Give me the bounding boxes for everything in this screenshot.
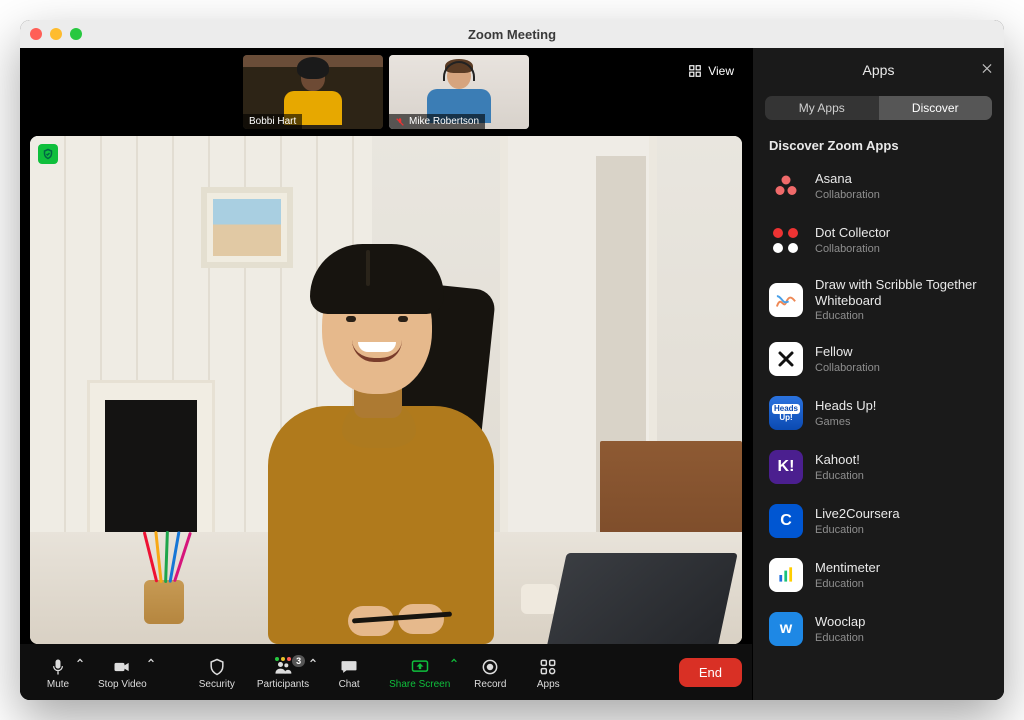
app-category: Education [815,524,900,536]
app-category: Education [815,632,865,644]
participant-name-tag: Mike Robertson [389,114,485,129]
app-list-item[interactable]: Mentimeter Education [753,548,1004,602]
microphone-icon [48,657,68,677]
app-list-item[interactable]: Asana Collaboration [753,159,1004,213]
apps-panel-subtitle: Discover Zoom Apps [753,130,1004,159]
app-icon-asana [769,169,803,203]
app-icon-dot-collector [769,223,803,257]
muted-mic-icon [395,117,405,127]
apps-button[interactable]: Apps [520,653,576,692]
close-window-button[interactable] [30,28,42,40]
fullscreen-window-button[interactable] [70,28,82,40]
app-icon-scribble [769,283,803,317]
participant-thumbnail[interactable]: Bobbi Hart [243,55,383,129]
app-category: Collaboration [815,243,890,255]
participant-name: Mike Robertson [409,116,479,127]
end-meeting-button[interactable]: End [679,658,742,687]
record-icon [480,657,500,677]
shield-icon [207,657,227,677]
app-icon-heads-up: Heads Up! [769,396,803,430]
mute-options-caret[interactable] [76,657,84,668]
apps-list[interactable]: Asana Collaboration Dot Collector Collab… [753,159,1004,700]
app-category: Collaboration [815,362,880,374]
app-category: Education [815,578,880,590]
share-screen-button[interactable]: Share Screen [379,653,460,692]
record-label: Record [474,679,506,690]
app-icon-fellow [769,342,803,376]
video-icon [112,657,132,677]
app-category: Education [815,470,864,482]
app-list-item[interactable]: C Live2Coursera Education [753,494,1004,548]
share-screen-icon [410,657,430,677]
mute-button[interactable]: Mute [30,653,86,692]
app-name: Draw with Scribble Together Whiteboard [815,277,988,308]
close-panel-button[interactable] [980,62,994,79]
security-button[interactable]: Security [189,653,245,692]
app-list-item[interactable]: Heads Up! Heads Up! Games [753,386,1004,440]
security-label: Security [199,679,235,690]
gallery-thumbnails: Bobbi Hart Mike Robertson View [20,48,752,130]
app-list-item[interactable]: Dot Collector Collaboration [753,213,1004,267]
apps-panel-title: Apps [863,62,895,78]
apps-label: Apps [537,679,560,690]
meeting-area: Bobbi Hart Mike Robertson View [20,48,752,700]
mute-label: Mute [47,679,69,690]
app-name: Asana [815,171,880,187]
record-button[interactable]: Record [462,653,518,692]
encryption-badge[interactable] [38,144,58,164]
participant-name-tag: Bobbi Hart [243,114,302,129]
app-name: Kahoot! [815,452,864,468]
app-category: Collaboration [815,189,880,201]
app-name: Mentimeter [815,560,880,576]
app-name: Live2Coursera [815,506,900,522]
window-title: Zoom Meeting [20,27,1004,42]
participants-count: 3 [292,655,305,667]
app-list-item[interactable]: K! Kahoot! Education [753,440,1004,494]
participants-options-caret[interactable] [309,657,317,668]
participants-dots-icon [275,657,291,661]
grid-icon [688,64,702,78]
app-name: Heads Up! [815,398,876,414]
app-icon-coursera: C [769,504,803,538]
chat-button[interactable]: Chat [321,653,377,692]
apps-icon [538,657,558,677]
zoom-window: Zoom Meeting Bobbi Hart [20,20,1004,700]
close-icon [980,62,994,76]
app-list-item[interactable]: Draw with Scribble Together Whiteboard E… [753,267,1004,332]
app-category: Games [815,416,876,428]
app-icon-mentimeter [769,558,803,592]
app-icon-wooclap: w [769,612,803,646]
apps-tabs: My Apps Discover [765,96,992,120]
stop-video-button[interactable]: Stop Video [88,653,157,692]
active-speaker-video[interactable] [30,136,742,644]
participants-button[interactable]: 3 Participants [247,653,319,692]
apps-panel-header: Apps [753,48,1004,92]
stop-video-label: Stop Video [98,679,147,690]
share-options-caret[interactable] [450,657,458,668]
tab-my-apps[interactable]: My Apps [765,96,879,120]
app-name: Fellow [815,344,880,360]
view-layout-button[interactable]: View [680,60,742,82]
participants-label: Participants [257,679,309,690]
video-content [30,136,742,644]
tab-discover[interactable]: Discover [879,96,993,120]
video-options-caret[interactable] [147,657,155,668]
app-list-item[interactable]: w Wooclap Education [753,602,1004,656]
share-screen-label: Share Screen [389,679,450,690]
participant-name: Bobbi Hart [249,116,296,127]
apps-panel: Apps My Apps Discover Discover Zoom Apps… [752,48,1004,700]
app-name: Wooclap [815,614,865,630]
participant-thumbnail[interactable]: Mike Robertson [389,55,529,129]
minimize-window-button[interactable] [50,28,62,40]
app-category: Education [815,310,988,322]
meeting-toolbar: Mute Stop Video Security 3 Part [20,644,752,700]
chat-label: Chat [339,679,360,690]
chat-icon [339,657,359,677]
app-icon-kahoot: K! [769,450,803,484]
titlebar: Zoom Meeting [20,20,1004,48]
window-controls [30,28,82,40]
app-name: Dot Collector [815,225,890,241]
view-label: View [708,64,734,78]
app-list-item[interactable]: Fellow Collaboration [753,332,1004,386]
